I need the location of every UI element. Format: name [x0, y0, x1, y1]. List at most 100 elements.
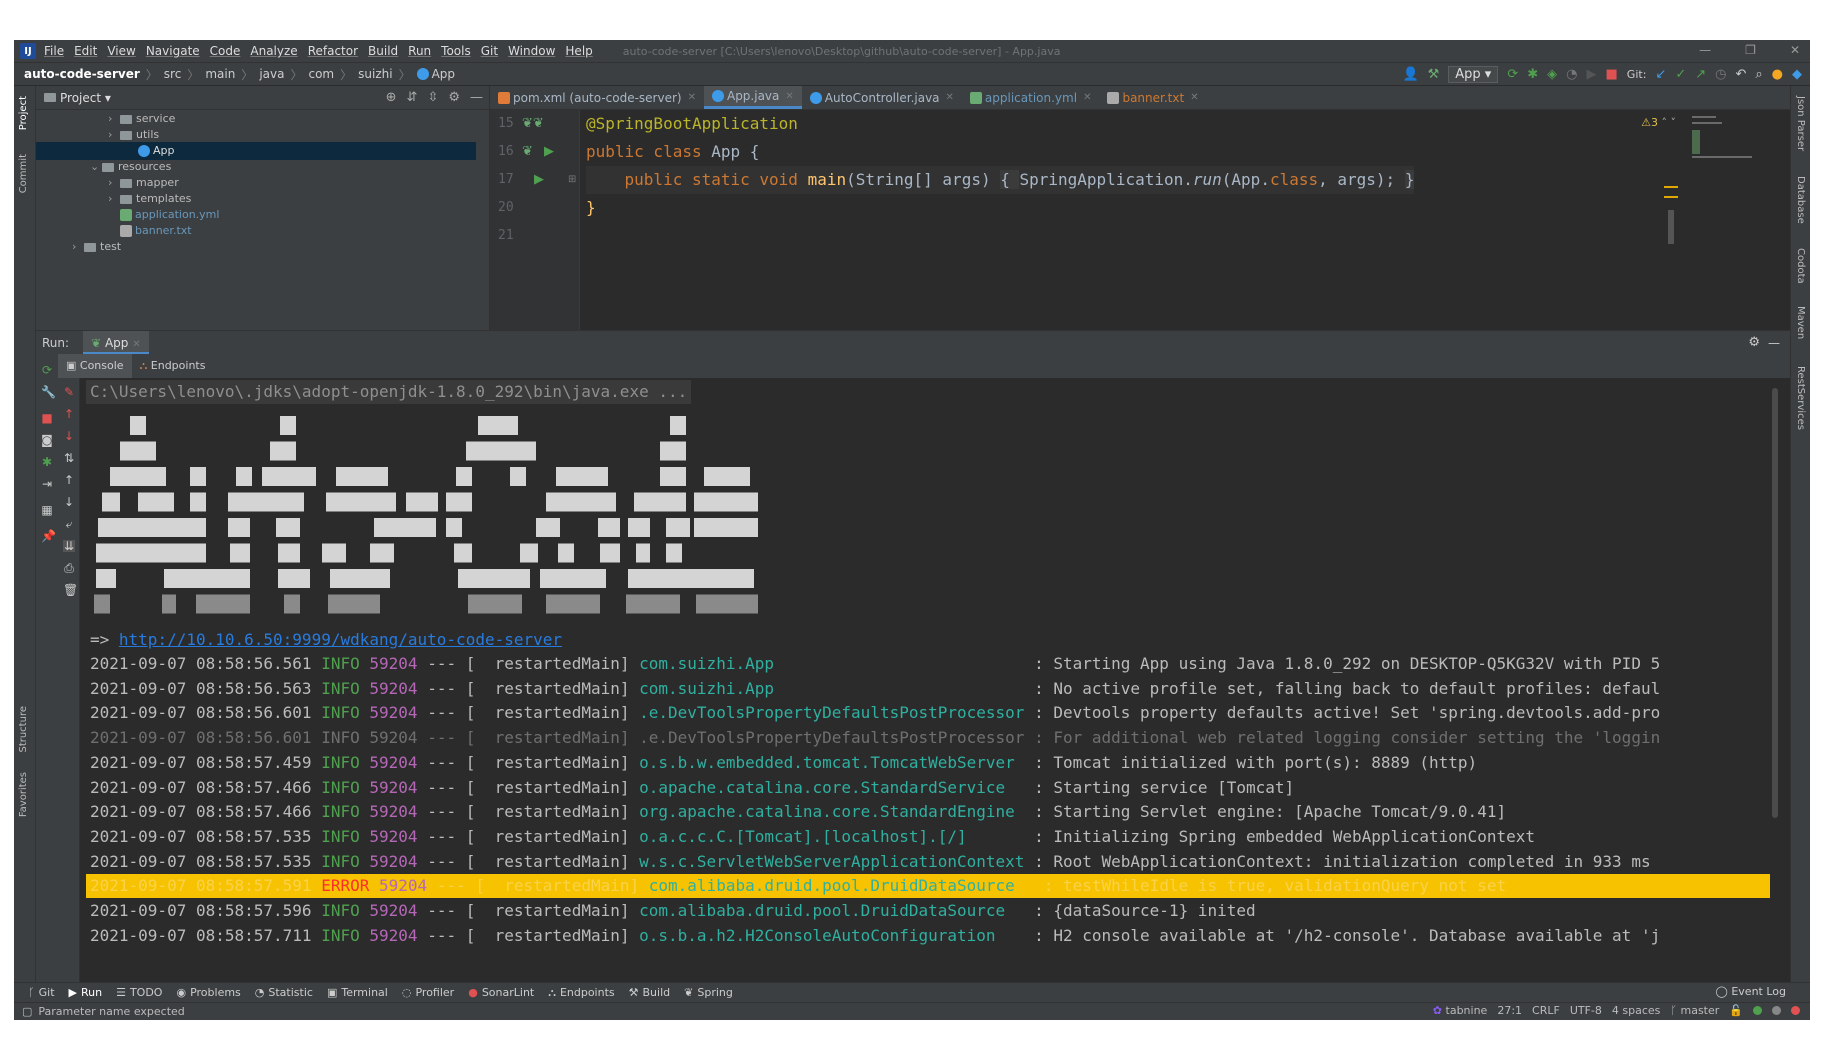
run-main-gutter-icon[interactable]: ▶	[534, 172, 544, 187]
menu-build[interactable]: Build	[368, 44, 398, 58]
spring-bean-gutter-icon[interactable]: ❦❦	[522, 116, 544, 131]
wrench-icon[interactable]: 🔧	[41, 386, 56, 398]
bottom-tab-endpoints[interactable]: ⛬ Endpoints	[548, 986, 614, 1000]
menu-run[interactable]: Run	[408, 44, 431, 58]
status-toggle-icon[interactable]: ▢	[22, 1005, 32, 1018]
rerun-icon[interactable]: ⟳	[41, 364, 53, 376]
menu-code[interactable]: Code	[210, 44, 241, 58]
menu-refactor[interactable]: Refactor	[308, 44, 358, 58]
tool-tab-codota[interactable]: Codota	[1795, 248, 1806, 284]
console-scroll-thumb[interactable]	[1772, 388, 1778, 818]
memory-indicator-icon[interactable]	[1772, 1006, 1781, 1015]
editor-tab-App-java[interactable]: App.java ✕	[703, 86, 802, 109]
print-icon[interactable]: ⎙	[63, 562, 75, 574]
caret-position[interactable]: 27:1	[1497, 1004, 1522, 1017]
editor-tab-pom-xml[interactable]: pom.xml (auto-code-server) ✕	[490, 86, 704, 109]
exit-icon[interactable]: ⇥	[41, 478, 53, 490]
settings-gear-icon[interactable]: ⚙	[1748, 335, 1760, 350]
codota-status-icon[interactable]	[1753, 1006, 1762, 1015]
breadcrumb-java[interactable]: java	[259, 67, 284, 81]
close-tab-icon[interactable]: ✕	[946, 92, 954, 103]
tree-item-test[interactable]: › test	[36, 238, 476, 256]
subtab-endpoints[interactable]: ⛬ Endpoints	[132, 354, 214, 378]
up-arrow-icon[interactable]: ↑	[63, 474, 75, 486]
indent-setting[interactable]: 4 spaces	[1612, 1004, 1661, 1017]
menu-edit[interactable]: Edit	[74, 44, 97, 58]
menu-window[interactable]: Window	[508, 44, 555, 58]
spring-run-gutter-icon[interactable]: ❦	[522, 144, 533, 159]
pin-icon[interactable]: 📌	[41, 530, 56, 542]
bottom-tab-profiler[interactable]: ◌ Profiler	[402, 986, 454, 999]
tool-tab-favorites[interactable]: Favorites	[18, 772, 29, 817]
close-button[interactable]: ✕	[1790, 43, 1800, 57]
lock-icon[interactable]: 🔓	[1729, 1004, 1743, 1017]
soft-wrap-icon[interactable]: ⤶	[63, 518, 75, 530]
user-icon[interactable]: 👤	[1402, 67, 1418, 82]
git-branch[interactable]: ᚴ master	[1670, 1004, 1719, 1017]
event-log-button[interactable]: ◯ Event Log	[1716, 985, 1786, 998]
bottom-tab-run[interactable]: ▶ Run	[69, 986, 103, 999]
prev-highlight-icon[interactable]: ˄	[1662, 116, 1668, 129]
breadcrumb-suizhi[interactable]: suizhi	[358, 67, 392, 81]
build-hammer-icon[interactable]: ⚒	[1428, 67, 1440, 82]
close-tab-icon[interactable]: ✕	[688, 92, 696, 103]
search-icon[interactable]: ⌕	[1755, 67, 1762, 82]
tabnine-status[interactable]: ✿ tabnine	[1433, 1004, 1488, 1017]
settings-gear-icon[interactable]: ⚙	[448, 90, 460, 105]
run-icon[interactable]: ▶	[1587, 67, 1597, 82]
collapse-all-icon[interactable]: ⇳	[427, 90, 438, 105]
run-config-select[interactable]: App ▾	[1448, 66, 1499, 83]
editor-tab-application-yml[interactable]: application.yml ✕	[962, 86, 1100, 109]
bottom-tab-sonarlint[interactable]: ● SonarLint	[468, 986, 534, 999]
restore-button[interactable]: ❐	[1745, 43, 1756, 57]
editor-tab-AutoController-java[interactable]: AutoController.java ✕	[802, 86, 962, 109]
tool-tab-restservices[interactable]: RestServices	[1795, 366, 1806, 430]
tool-tab-structure[interactable]: Structure	[18, 706, 29, 753]
debug-bug-icon[interactable]: ✱	[41, 456, 53, 468]
bottom-tab-build[interactable]: ⚒ Build	[629, 986, 671, 999]
run-class-gutter-icon[interactable]: ▶	[544, 144, 554, 159]
run-tab-app[interactable]: ❦ App ✕	[83, 330, 149, 355]
bottom-tab-todo[interactable]: ☰ TODO	[116, 986, 162, 999]
code-minimap[interactable]	[1664, 110, 1790, 330]
breadcrumb-src[interactable]: src	[164, 67, 182, 81]
console-scrollbar[interactable]	[1770, 378, 1780, 982]
close-tab-icon[interactable]: ✕	[132, 339, 140, 350]
tool-tab-maven[interactable]: Maven	[1795, 306, 1806, 339]
tool-tab-database[interactable]: Database	[1795, 176, 1806, 224]
chevron-right-icon[interactable]: ›	[72, 238, 84, 256]
editor-tab-banner-txt[interactable]: banner.txt ✕	[1099, 86, 1206, 109]
fold-icon[interactable]: ⊞	[568, 174, 576, 185]
file-encoding[interactable]: UTF-8	[1570, 1004, 1602, 1017]
menu-file[interactable]: File	[44, 44, 64, 58]
git-update-icon[interactable]: ↙	[1655, 67, 1666, 82]
code-area[interactable]: @SpringBootApplication public class App …	[586, 110, 1670, 330]
stop-icon[interactable]: ■	[1606, 67, 1618, 82]
tool-tab-json-parser[interactable]: Json Parser	[1795, 96, 1806, 151]
down-arrow-red-icon[interactable]: ↓	[63, 430, 75, 442]
bottom-tab-terminal[interactable]: ▣ Terminal	[327, 986, 388, 999]
menu-view[interactable]: View	[107, 44, 135, 58]
layout-icon[interactable]: ▦	[41, 504, 53, 516]
update-icon[interactable]: ●	[1772, 67, 1783, 82]
close-tab-icon[interactable]: ✕	[1083, 92, 1091, 103]
trash-icon[interactable]: 🗑	[63, 584, 78, 596]
rerun-icon[interactable]: ⟳	[1507, 67, 1518, 82]
sort-icon[interactable]: ⇅	[63, 452, 75, 464]
profile-icon[interactable]: ◔	[1566, 67, 1577, 82]
expand-all-icon[interactable]: ⇵	[407, 90, 418, 105]
history-icon[interactable]: ◷	[1715, 67, 1726, 82]
plugin-icon[interactable]: ◆	[1792, 67, 1802, 82]
bottom-tab-statistic[interactable]: ◔ Statistic	[255, 986, 313, 999]
next-highlight-icon[interactable]: ˅	[1671, 116, 1677, 129]
bottom-tab-git[interactable]: ᚴ Git	[28, 986, 55, 999]
rollback-icon[interactable]: ↶	[1735, 67, 1746, 82]
close-tab-icon[interactable]: ✕	[785, 91, 793, 102]
menu-git[interactable]: Git	[481, 44, 498, 58]
bottom-tab-problems[interactable]: ◉ Problems	[176, 986, 240, 999]
line-separator[interactable]: CRLF	[1532, 1004, 1560, 1017]
minimap-scrollbar[interactable]	[1668, 210, 1674, 244]
git-push-icon[interactable]: ↗	[1695, 67, 1706, 82]
down-arrow-icon[interactable]: ↓	[63, 496, 75, 508]
menu-navigate[interactable]: Navigate	[146, 44, 200, 58]
